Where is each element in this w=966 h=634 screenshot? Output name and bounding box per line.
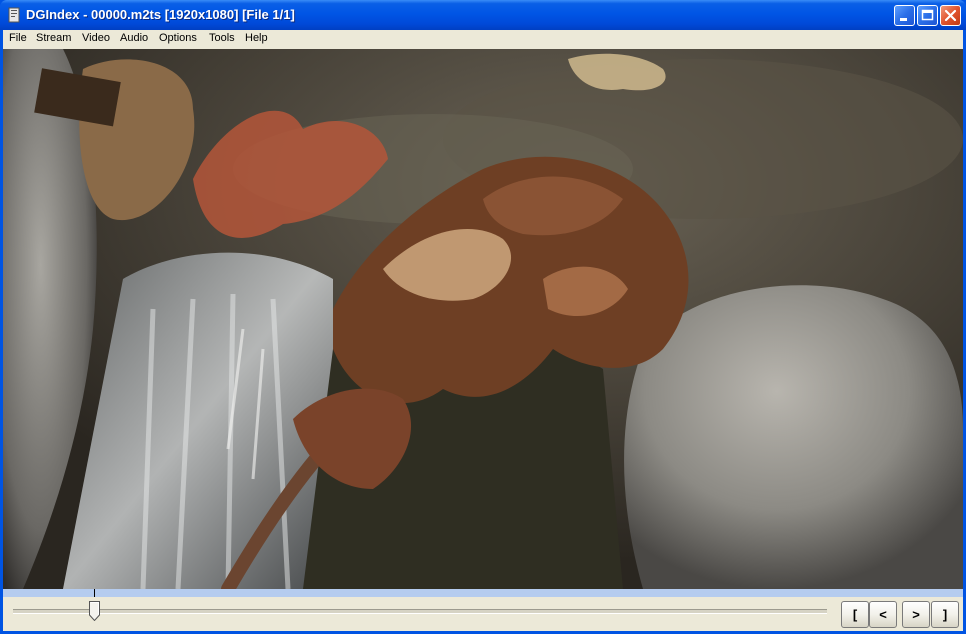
app-icon	[8, 7, 20, 23]
app-window: DGIndex - 00000.m2ts [1920x1080] [File 1…	[0, 0, 966, 634]
menu-audio[interactable]: Audio	[120, 32, 148, 44]
menu-video[interactable]: Video	[82, 32, 110, 44]
mark-end-button[interactable]: ]	[931, 601, 959, 628]
close-button[interactable]	[940, 5, 961, 26]
seek-slider-thumb[interactable]	[89, 601, 100, 621]
maximize-button[interactable]	[917, 5, 938, 26]
maximize-icon	[921, 9, 934, 21]
minimize-icon	[900, 18, 907, 21]
video-preview	[3, 49, 963, 589]
menu-stream[interactable]: Stream	[36, 32, 71, 44]
menu-help[interactable]: Help	[245, 32, 268, 44]
menu-bar: File Stream Video Audio Options Tools He…	[3, 30, 963, 49]
video-frame-image	[3, 49, 963, 589]
seek-track[interactable]	[13, 609, 827, 614]
next-button[interactable]: >	[902, 601, 930, 628]
window-title: DGIndex - 00000.m2ts [1920x1080] [File 1…	[26, 7, 295, 22]
mark-start-button[interactable]: [	[841, 601, 869, 628]
menu-file[interactable]: File	[9, 32, 27, 44]
close-icon	[944, 9, 957, 22]
position-marker	[94, 589, 95, 597]
menu-tools[interactable]: Tools	[209, 32, 235, 44]
minimize-button[interactable]	[894, 5, 915, 26]
position-progress-bar	[3, 589, 963, 597]
menu-options[interactable]: Options	[159, 32, 197, 44]
prev-button[interactable]: <	[869, 601, 897, 628]
title-bar[interactable]: DGIndex - 00000.m2ts [1920x1080] [File 1…	[0, 0, 966, 30]
playback-controls: [ < > ]	[3, 589, 963, 631]
